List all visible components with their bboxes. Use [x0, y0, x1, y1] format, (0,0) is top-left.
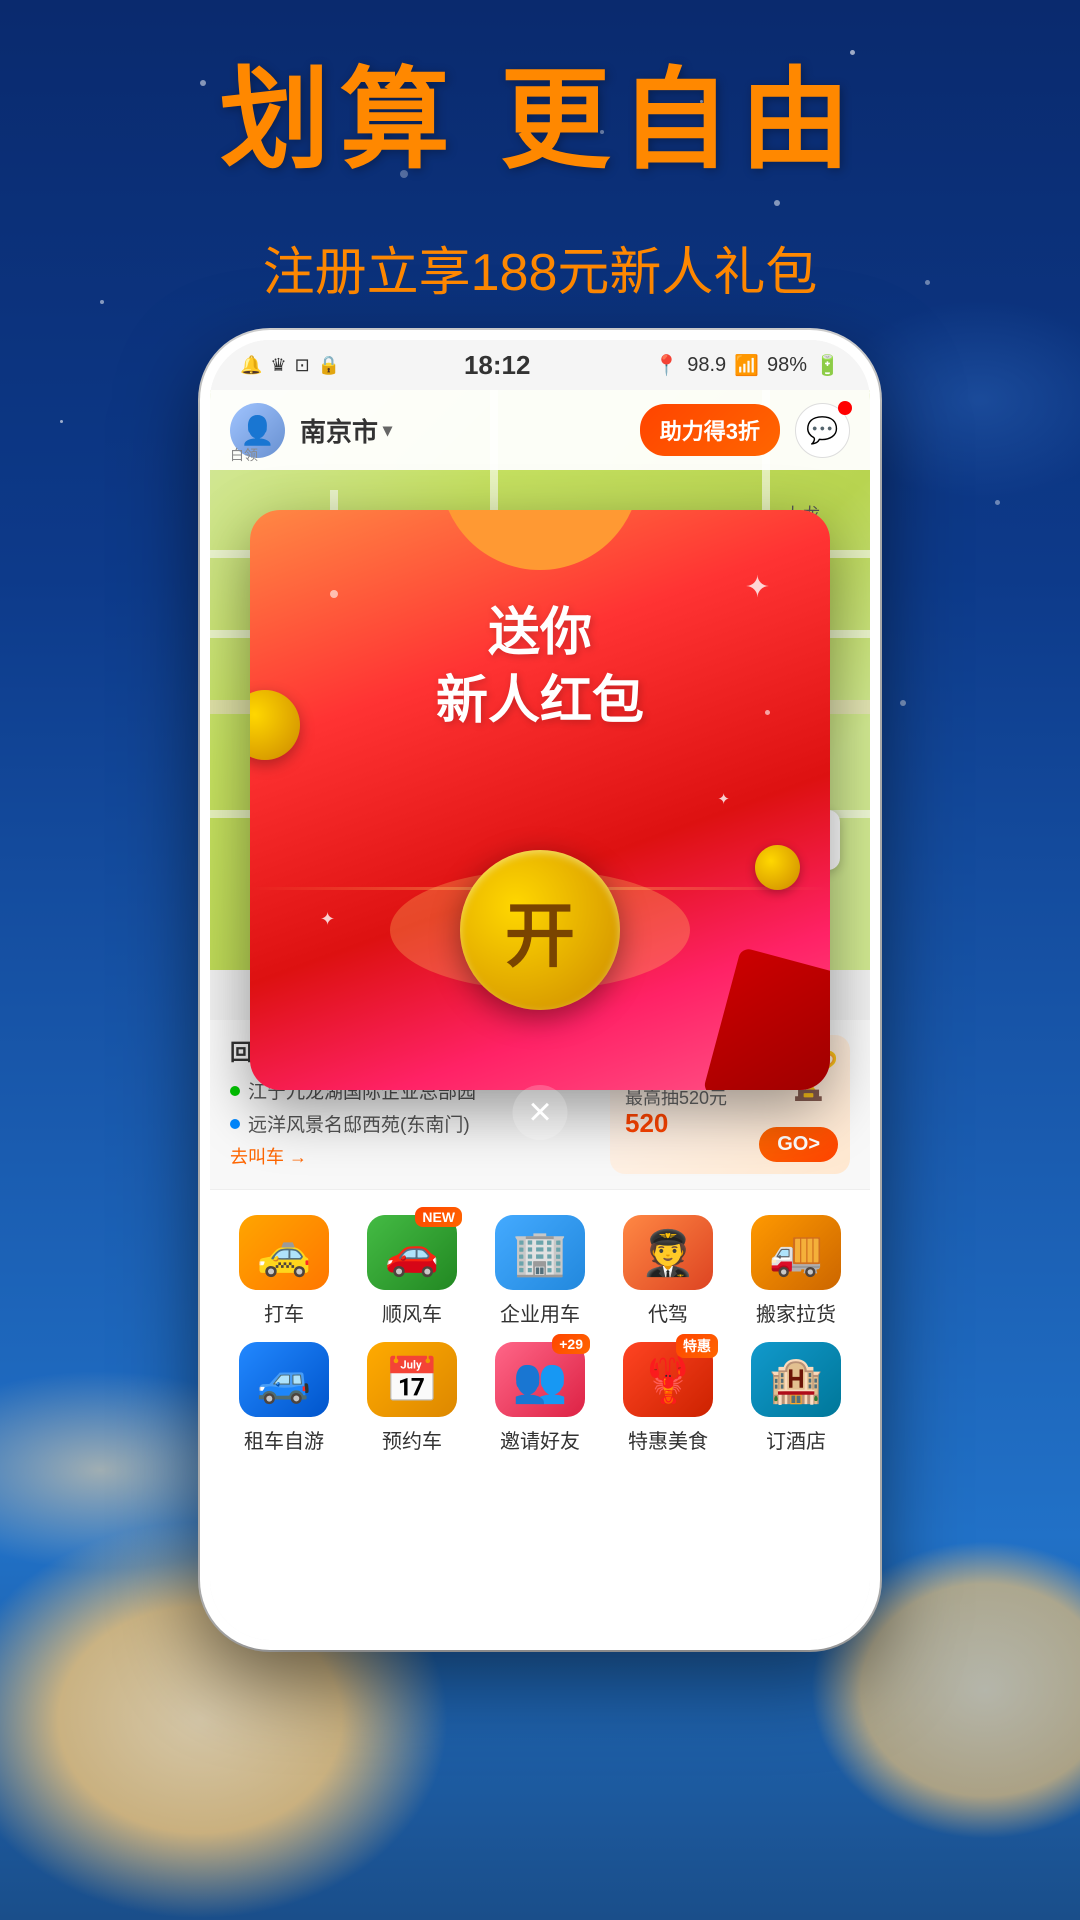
rent-icon: 🚙	[239, 1342, 329, 1417]
service-hotel[interactable]: 🏨 订酒店	[746, 1342, 846, 1454]
close-popup-button[interactable]: ×	[513, 1085, 568, 1140]
taxi-icon-wrap: 🚕	[239, 1215, 329, 1290]
promo-button[interactable]: 助力得3折	[640, 404, 780, 456]
go-to-car-link[interactable]: 去叫车 →	[230, 1143, 530, 1169]
red-packet-card: ✦ ✦ ✦ 送你 新人红包 开	[250, 510, 830, 1090]
new-badge: NEW	[415, 1207, 462, 1227]
phone-screen: 🔔 ♛ ⊡ 🔒 18:12 📍 98.9 📶 98% 🔋	[210, 340, 870, 1640]
green-dot	[230, 1086, 240, 1096]
service-row-2: 🚙 租车自游 📅 预约车	[220, 1342, 860, 1454]
service-biz[interactable]: 🏢 企业用车	[490, 1215, 590, 1327]
driver-icon: 🧑‍✈️	[623, 1215, 713, 1290]
prize-amount: 520	[625, 1108, 668, 1139]
signal-text: 98.9	[687, 354, 726, 377]
battery-text: 98%	[767, 354, 807, 377]
lock-icon: 🔒	[318, 355, 340, 376]
map-header: 👤 白领 南京市 ▾ 助力得3折 💬	[210, 390, 870, 470]
page-subtitle: 注册立享188元新人礼包	[0, 230, 1080, 305]
red-packet-line1: 送你	[250, 600, 830, 668]
service-invite[interactable]: 👥 +29 邀请好友	[490, 1342, 590, 1454]
location-icon: 📍	[654, 353, 679, 378]
driver-icon-wrap: 🧑‍✈️	[623, 1215, 713, 1290]
city-name: 南京市	[300, 412, 378, 449]
service-driver[interactable]: 🧑‍✈️ 代驾	[618, 1215, 718, 1327]
food-icon-wrap: 🦞 特惠	[623, 1342, 713, 1417]
hotel-icon: 🏨	[751, 1342, 841, 1417]
service-food[interactable]: 🦞 特惠 特惠美食	[618, 1342, 718, 1454]
biz-label: 企业用车	[500, 1298, 580, 1327]
invite-label: 邀请好友	[500, 1425, 580, 1454]
service-taxi[interactable]: 🚕 打车	[234, 1215, 334, 1327]
biz-icon: 🏢	[495, 1215, 585, 1290]
status-left: 🔔 ♛ ⊡ 🔒	[240, 355, 340, 376]
notification-dot	[838, 401, 852, 415]
service-book[interactable]: 📅 预约车	[362, 1342, 462, 1454]
chevron-down-icon: ▾	[383, 420, 392, 441]
blue-dot	[230, 1119, 240, 1129]
message-button[interactable]: 💬	[795, 403, 850, 458]
rent-icon-wrap: 🚙	[239, 1342, 329, 1417]
book-icon: 📅	[367, 1342, 457, 1417]
red-packet-line2: 新人红包	[250, 668, 830, 736]
service-carpool[interactable]: 🚗 NEW 顺风车	[362, 1215, 462, 1327]
move-label: 搬家拉货	[756, 1298, 836, 1327]
move-icon: 🚚	[751, 1215, 841, 1290]
biz-icon-wrap: 🏢	[495, 1215, 585, 1290]
driver-label: 代驾	[648, 1298, 688, 1327]
crown-icon: ♛	[270, 355, 286, 376]
city-selector[interactable]: 南京市 ▾	[300, 412, 392, 449]
taxi-label: 打车	[264, 1298, 304, 1327]
carpool-label: 顺风车	[382, 1298, 442, 1327]
book-label: 预约车	[382, 1425, 442, 1454]
battery-icon: 🔋	[815, 353, 840, 378]
wifi-icon: 📶	[734, 353, 759, 378]
open-red-packet-button[interactable]: 开	[460, 850, 620, 1010]
invite-badge: +29	[552, 1334, 590, 1354]
status-right: 📍 98.9 📶 98% 🔋	[654, 353, 840, 378]
notif-icon: 🔔	[240, 355, 262, 376]
book-icon-wrap: 📅	[367, 1342, 457, 1417]
red-packet-flap	[703, 947, 830, 1090]
red-packet-arc	[440, 510, 640, 570]
red-packet-title: 送你 新人红包	[250, 600, 830, 735]
phone-shell: 🔔 ♛ ⊡ 🔒 18:12 📍 98.9 📶 98% 🔋	[200, 330, 880, 1650]
service-row-1: 🚕 打车 🚗 NEW 顺风车	[220, 1215, 860, 1327]
page-title: 划算 更自由	[0, 60, 1080, 181]
status-bar: 🔔 ♛ ⊡ 🔒 18:12 📍 98.9 📶 98% 🔋	[210, 340, 870, 390]
food-label: 特惠美食	[628, 1425, 708, 1454]
screen-icon: ⊡	[295, 355, 310, 376]
go-button[interactable]: GO>	[759, 1127, 838, 1162]
rent-label: 租车自游	[244, 1425, 324, 1454]
service-rent[interactable]: 🚙 租车自游	[234, 1342, 334, 1454]
background: 划算 更自由 注册立享188元新人礼包 🔔 ♛ ⊡ 🔒 18:12 📍 98.9	[0, 0, 1080, 1920]
service-move[interactable]: 🚚 搬家拉货	[746, 1215, 846, 1327]
phone-mockup: 🔔 ♛ ⊡ 🔒 18:12 📍 98.9 📶 98% 🔋	[200, 330, 880, 1650]
food-badge: 特惠	[676, 1334, 718, 1358]
gold-ball-right	[755, 845, 800, 890]
hotel-label: 订酒店	[766, 1425, 826, 1454]
taxi-icon: 🚕	[239, 1215, 329, 1290]
hotel-icon-wrap: 🏨	[751, 1342, 841, 1417]
service-grid: 🚕 打车 🚗 NEW 顺风车	[210, 1195, 870, 1479]
carpool-icon-wrap: 🚗 NEW	[367, 1215, 457, 1290]
dest-item-2: 远洋风景名邸西苑(东南门)	[230, 1110, 530, 1137]
move-icon-wrap: 🚚	[751, 1215, 841, 1290]
status-time: 18:12	[464, 350, 531, 381]
invite-icon-wrap: 👥 +29	[495, 1342, 585, 1417]
red-packet-popup[interactable]: ✦ ✦ ✦ 送你 新人红包 开	[250, 510, 830, 1090]
